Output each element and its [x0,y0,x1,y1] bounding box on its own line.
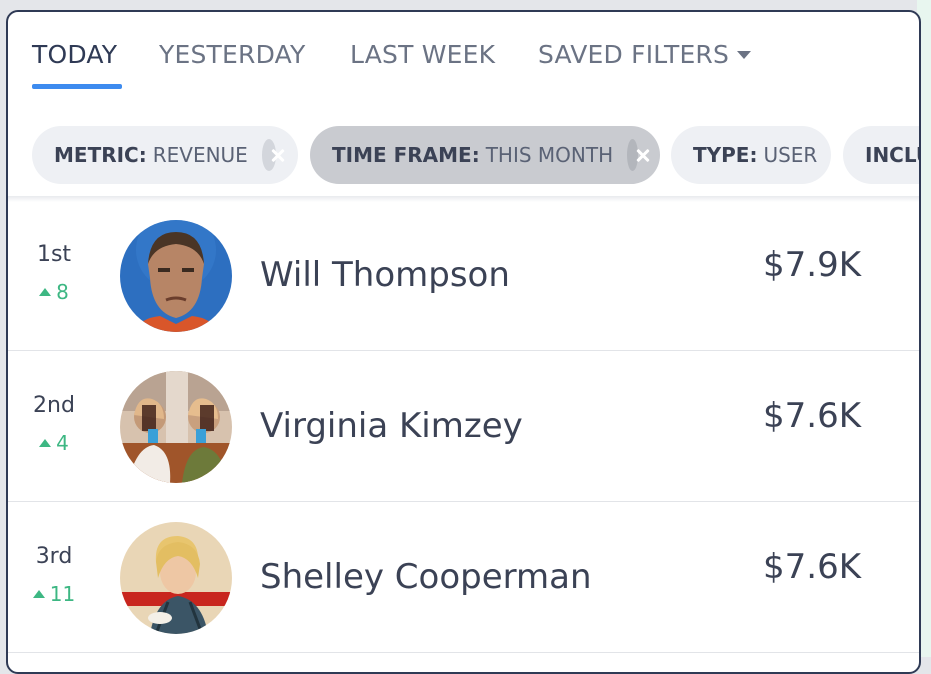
filter-key: METRIC: [54,143,147,167]
metric-value: $7.9K [763,245,861,285]
rank-change: 8 [8,280,100,304]
rank-change: 4 [8,431,100,455]
rank-change: 11 [8,582,100,606]
leaderboard-row[interactable]: 3rd 11 Shelley Cooperman $7.6K [8,502,919,653]
filter-key: INCLU [865,143,919,167]
metric-value: $7.6K [763,547,861,587]
filter-key: TIME FRAME: [332,143,480,167]
avatar-portrait [120,522,232,634]
remove-filter-icon[interactable] [261,139,276,171]
up-arrow-icon [39,288,52,296]
user-name[interactable]: Virginia Kimzey [260,406,523,446]
filter-value: REVENUE [152,143,248,167]
tab-last-week[interactable]: LAST WEEK [350,40,495,69]
user-name[interactable]: Shelley Cooperman [260,557,592,597]
rank-change-value: 11 [49,582,76,606]
filter-chip-type[interactable]: TYPE: USER [671,126,831,184]
filter-value: USER [763,143,818,167]
rank-change-value: 4 [56,431,69,455]
active-tab-indicator [32,84,122,89]
rank-change-value: 8 [56,280,69,304]
up-arrow-icon [39,439,52,447]
rank-label: 1st [36,242,72,267]
user-name[interactable]: Will Thompson [260,255,510,295]
filter-key: TYPE: [693,143,758,167]
up-arrow-icon [32,590,45,598]
saved-filters-label: SAVED FILTERS [538,40,730,69]
avatar [120,220,232,332]
remove-filter-icon[interactable] [627,139,638,171]
caret-down-icon [737,51,752,59]
rank-label: 2nd [33,393,75,418]
leaderboard-list: 1st 8 Will Thompson $7.9K 2nd 4 Virginia… [8,200,919,653]
avatar [120,522,232,634]
leaderboard-row[interactable]: 1st 8 Will Thompson $7.9K [8,200,919,351]
filter-chip-include[interactable]: INCLU [843,126,919,184]
tab-saved-filters[interactable]: SAVED FILTERS [538,40,752,69]
leaderboard-row[interactable]: 2nd 4 Virginia Kimzey $7.6K [8,351,919,502]
filter-value: THIS MONTH [485,143,614,167]
avatar-portrait [120,220,232,332]
metric-value: $7.6K [763,396,861,436]
time-tabs: TODAY YESTERDAY LAST WEEK SAVED FILTERS [8,12,919,102]
tab-today[interactable]: TODAY [32,40,117,69]
avatar-portrait [120,371,232,483]
avatar [120,371,232,483]
filter-bar: METRIC: REVENUE TIME FRAME: THIS MONTH T… [8,122,919,192]
filter-chip-metric[interactable]: METRIC: REVENUE [32,126,298,184]
leaderboard-panel: TODAY YESTERDAY LAST WEEK SAVED FILTERS … [6,10,921,674]
rank-label: 3rd [35,544,73,569]
tab-yesterday[interactable]: YESTERDAY [159,40,305,69]
filter-chip-time-frame[interactable]: TIME FRAME: THIS MONTH [310,126,660,184]
